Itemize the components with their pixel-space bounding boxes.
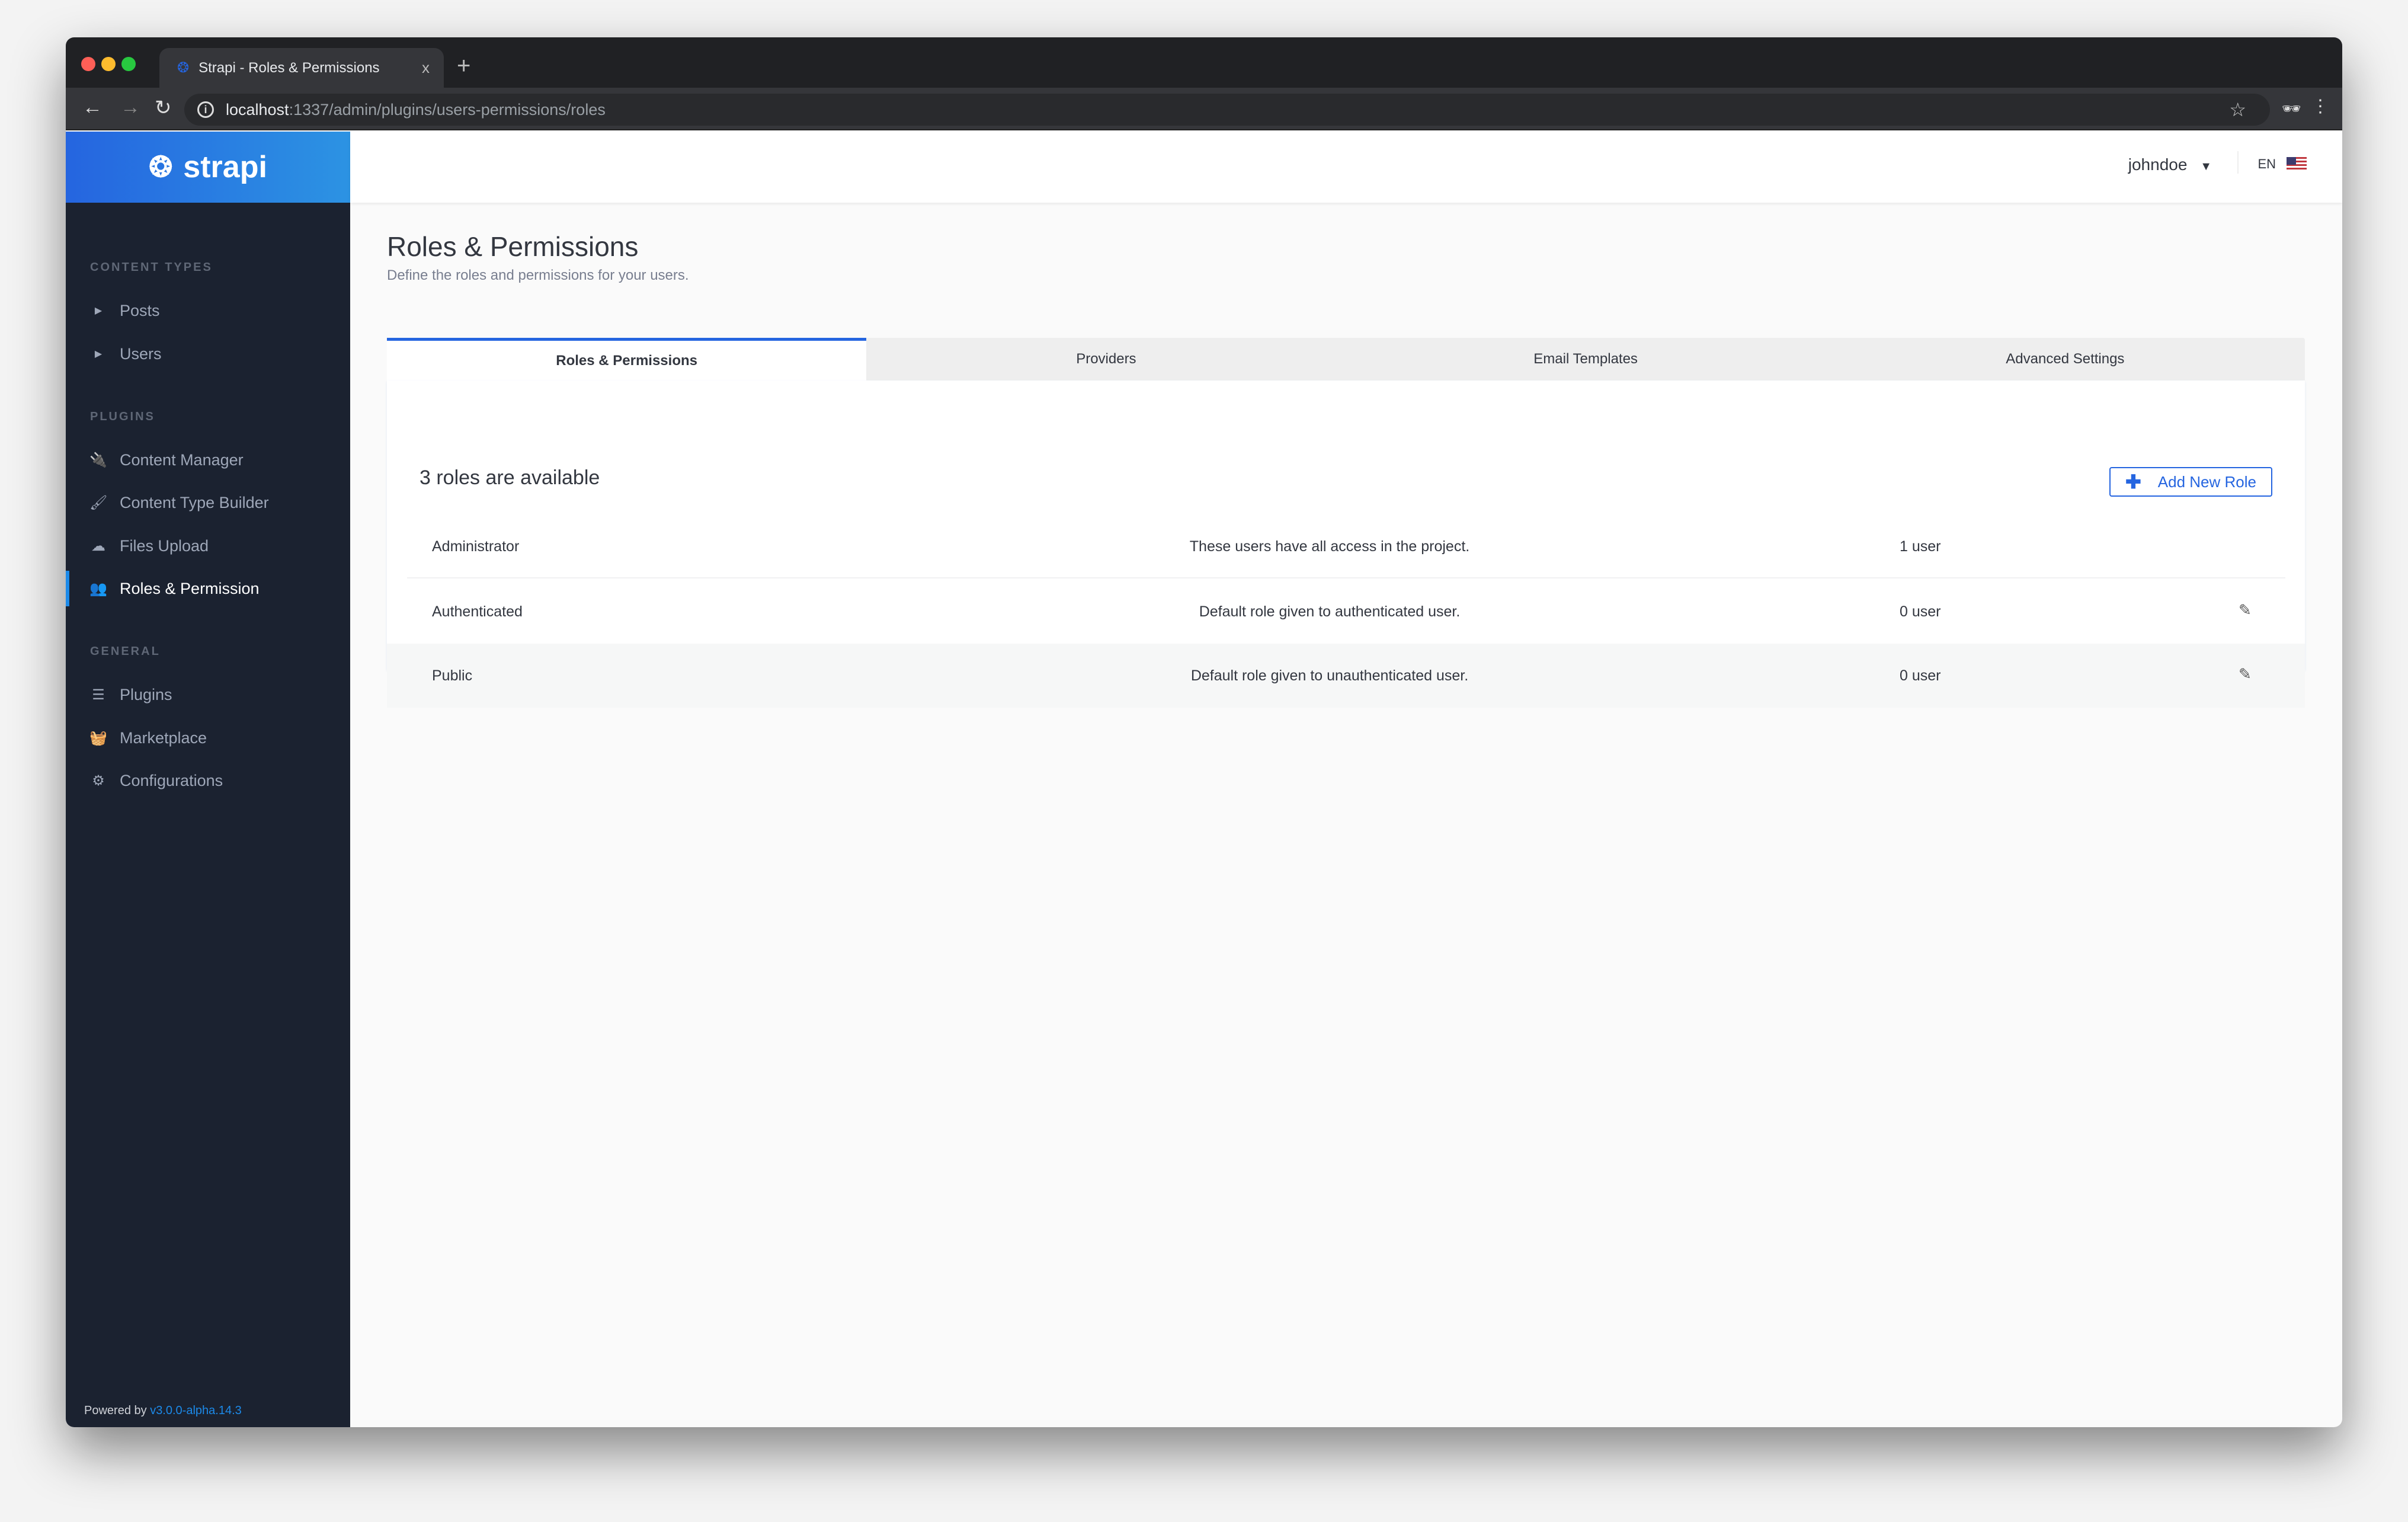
pencil-icon[interactable]: ✎ xyxy=(2239,601,2252,619)
sidebar-item-label: Users xyxy=(120,344,162,363)
page-title: Roles & Permissions xyxy=(387,231,639,262)
close-tab-icon[interactable]: x xyxy=(422,59,430,77)
tab-advanced-settings[interactable]: Advanced Settings xyxy=(1826,338,2305,380)
caret-right-icon: ▶ xyxy=(94,349,103,359)
divider xyxy=(2237,151,2239,174)
sidebar-item-configurations[interactable]: ⚙ Configurations xyxy=(66,763,350,798)
bookmark-star-icon[interactable]: ☆ xyxy=(2229,98,2246,121)
info-icon[interactable]: i xyxy=(197,101,214,118)
tab-title: Strapi - Roles & Permissions xyxy=(198,59,380,76)
sidebar-item-label: Content Type Builder xyxy=(120,493,269,511)
role-user-count: 0 user xyxy=(1900,667,1941,684)
role-user-count: 1 user xyxy=(1900,538,1941,555)
powered-by-label: Powered by xyxy=(84,1404,147,1417)
minimize-window-button[interactable] xyxy=(101,57,116,71)
browser-window: ❂ Strapi - Roles & Permissions x + ← → ↻… xyxy=(66,37,2342,1427)
maximize-window-button[interactable] xyxy=(121,57,136,71)
sidebar-item-roles-permission[interactable]: 👥 Roles & Permission xyxy=(66,571,350,606)
url-path: :1337/admin/plugins/users-permissions/ro… xyxy=(289,100,606,119)
cloud-upload-icon: ☁ xyxy=(91,538,105,554)
sidebar-item-content-type-builder[interactable]: 🖌 Content Type Builder xyxy=(66,485,350,520)
page-subtitle: Define the roles and permissions for you… xyxy=(387,267,689,283)
strapi-logo[interactable]: ❂ strapi xyxy=(66,132,350,203)
sidebar-item-label: Marketplace xyxy=(120,728,207,747)
sidebar-item-label: Roles & Permission xyxy=(120,579,260,597)
browser-tab[interactable]: ❂ Strapi - Roles & Permissions x xyxy=(159,48,444,88)
plus-icon: ✚ xyxy=(2125,471,2141,493)
roles-card: 3 roles are available ✚ Add New Role Admi… xyxy=(387,380,2305,708)
list-icon: ☰ xyxy=(92,686,105,703)
section-content-types: CONTENT TYPES xyxy=(90,261,213,274)
sidebar-item-posts[interactable]: ▶ Posts xyxy=(66,293,350,328)
strapi-logo-icon: ❂ xyxy=(149,152,173,183)
sidebar-item-marketplace[interactable]: 🧺 Marketplace xyxy=(66,720,350,756)
tab-roles-permissions[interactable]: Roles & Permissions xyxy=(387,338,867,380)
table-row[interactable]: Public Default role given to unauthentic… xyxy=(387,644,2305,708)
language-code: EN xyxy=(2258,156,2276,171)
url-host: localhost xyxy=(226,100,289,119)
role-name: Authenticated xyxy=(432,603,523,620)
plug-icon: 🔌 xyxy=(89,452,107,468)
browser-tab-bar: ❂ Strapi - Roles & Permissions x + xyxy=(66,37,2342,88)
caret-down-icon: ▼ xyxy=(2200,160,2212,173)
version-link[interactable]: v3.0.0-alpha.14.3 xyxy=(150,1404,242,1417)
sidebar-item-label: Configurations xyxy=(120,771,223,789)
powered-by: Powered by v3.0.0-alpha.14.3 xyxy=(84,1404,242,1418)
table-row[interactable]: Administrator These users have all acces… xyxy=(407,514,2285,578)
url-input[interactable]: i localhost:1337/admin/plugins/users-per… xyxy=(184,94,2270,126)
role-description: These users have all access in the proje… xyxy=(1189,538,1470,555)
reload-icon[interactable]: ↻ xyxy=(155,96,172,120)
table-row[interactable]: Authenticated Default role given to auth… xyxy=(387,580,2305,644)
caret-right-icon: ▶ xyxy=(94,306,103,316)
add-new-role-button[interactable]: ✚ Add New Role xyxy=(2109,467,2272,497)
section-plugins: PLUGINS xyxy=(90,410,155,423)
tabs: Roles & Permissions Providers Email Temp… xyxy=(387,338,2305,380)
strapi-favicon-icon: ❂ xyxy=(177,60,190,76)
gear-icon: ⚙ xyxy=(92,772,105,789)
incognito-icon: 🕶 xyxy=(2282,100,2302,117)
sidebar-item-users[interactable]: ▶ Users xyxy=(66,336,350,372)
basket-icon: 🧺 xyxy=(89,730,107,746)
sidebar-item-label: Content Manager xyxy=(120,450,244,469)
role-description: Default role given to unauthenticated us… xyxy=(1190,667,1469,684)
user-menu[interactable]: johndoe ▼ xyxy=(2128,155,2212,174)
section-general: GENERAL xyxy=(90,645,161,658)
pencil-icon[interactable]: ✎ xyxy=(2239,665,2252,683)
sidebar-item-label: Files Upload xyxy=(120,536,209,555)
role-name: Public xyxy=(432,667,473,684)
username: johndoe xyxy=(2128,155,2188,174)
role-name: Administrator xyxy=(432,538,520,555)
sidebar-item-content-manager[interactable]: 🔌 Content Manager xyxy=(66,442,350,478)
roles-count: 3 roles are available xyxy=(420,466,600,489)
new-tab-button[interactable]: + xyxy=(457,53,470,79)
sidebar-item-label: Posts xyxy=(120,301,160,319)
add-new-role-label: Add New Role xyxy=(2157,472,2256,491)
language-selector[interactable]: EN xyxy=(2258,156,2307,172)
back-icon[interactable]: ← xyxy=(82,96,103,119)
sidebar-item-label: Plugins xyxy=(120,685,172,704)
users-icon: 👥 xyxy=(89,580,107,597)
brand-name: strapi xyxy=(183,150,267,184)
role-user-count: 0 user xyxy=(1900,603,1941,620)
us-flag-icon xyxy=(2287,157,2307,171)
forward-icon[interactable]: → xyxy=(120,96,140,119)
paint-brush-icon: 🖌 xyxy=(89,494,108,511)
sidebar-item-plugins[interactable]: ☰ Plugins xyxy=(66,677,350,712)
menu-dots-icon[interactable]: ⋮ xyxy=(2311,96,2329,117)
tab-providers[interactable]: Providers xyxy=(866,338,1346,380)
sidebar-item-files-upload[interactable]: ☁ Files Upload xyxy=(66,528,350,564)
tab-email-templates[interactable]: Email Templates xyxy=(1346,338,1826,380)
sidebar: ❂ strapi CONTENT TYPES ▶ Posts ▶ Users PLUG… xyxy=(66,132,350,1427)
top-header: johndoe ▼ EN xyxy=(350,132,2342,203)
close-window-button[interactable] xyxy=(81,57,95,71)
address-bar-row: ← → ↻ i localhost:1337/admin/plugins/use… xyxy=(66,88,2342,130)
role-description: Default role given to authenticated user… xyxy=(1199,603,1461,620)
